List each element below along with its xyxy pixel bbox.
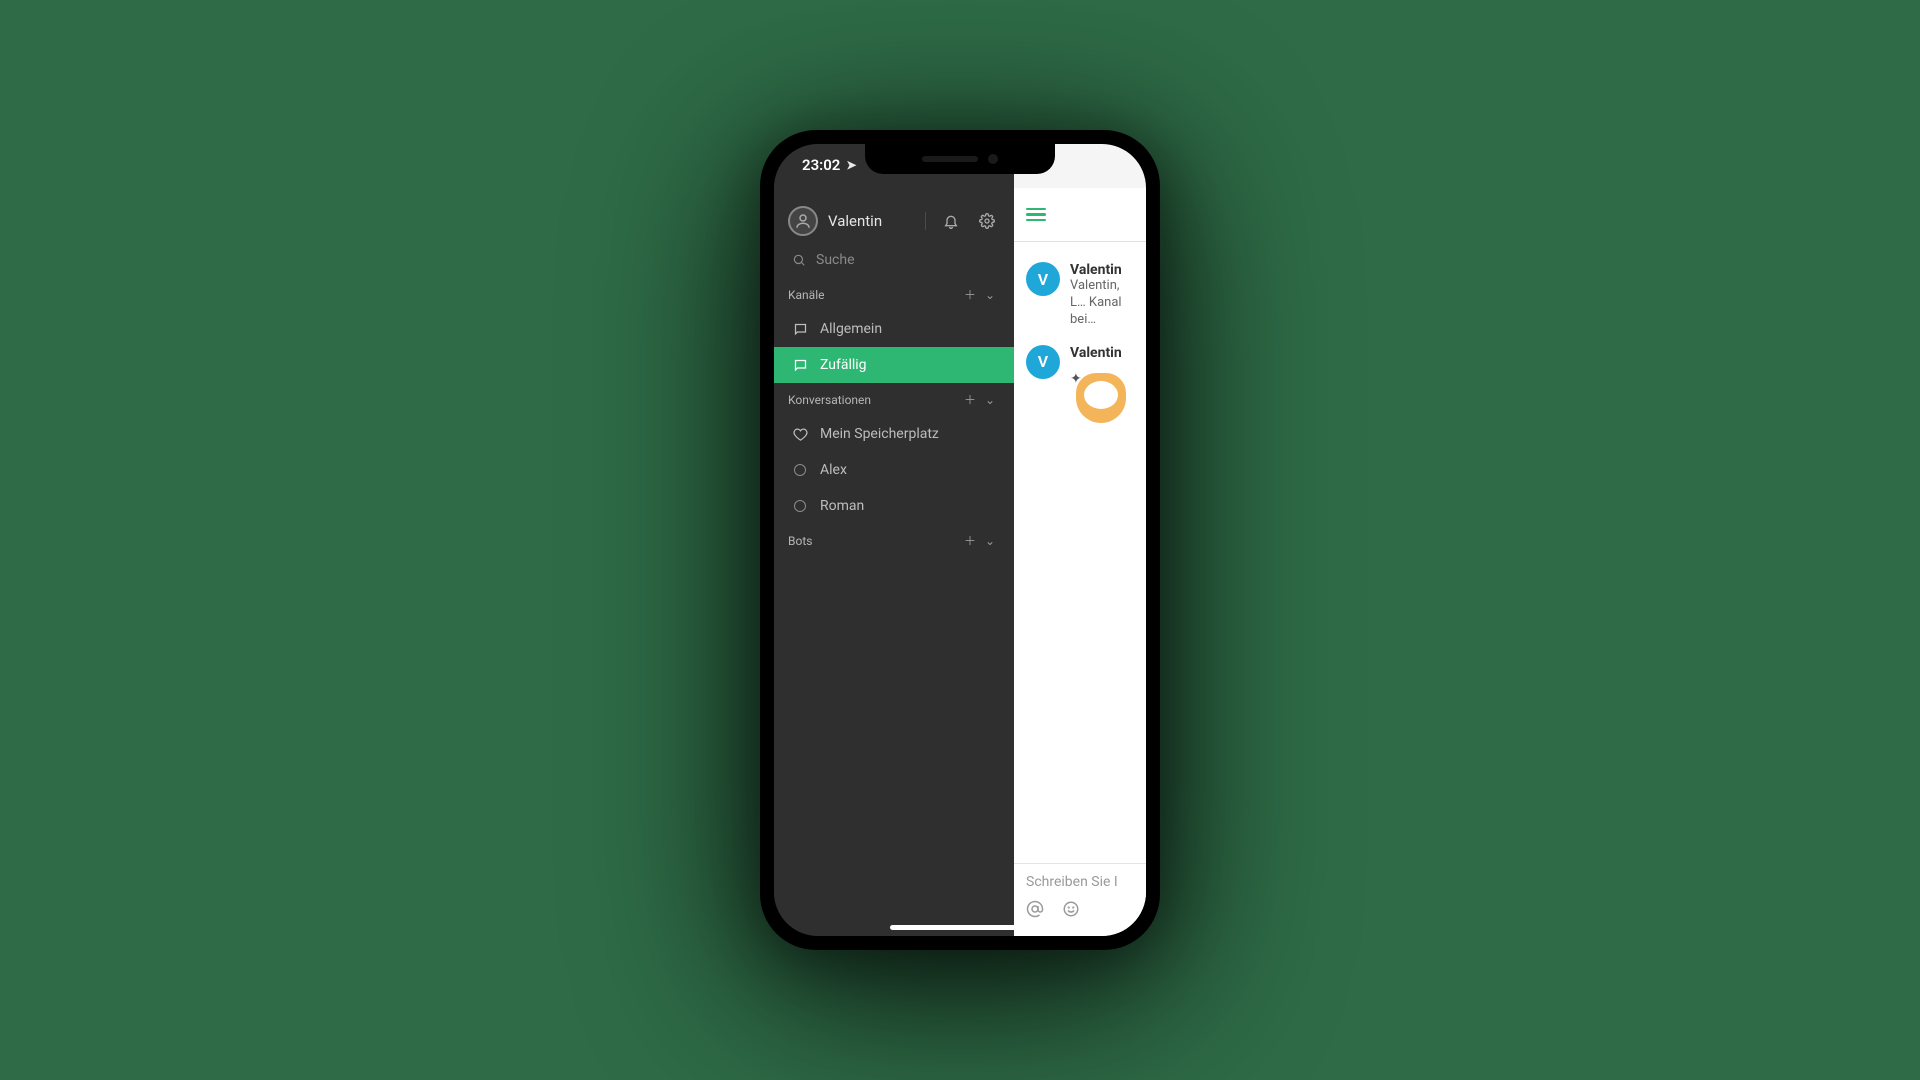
location-arrow-icon: ➤ [846,158,856,172]
chat-icon [792,321,808,337]
channel-label: Allgemein [820,321,882,337]
message-author: Valentin [1070,262,1134,278]
channel-zufaellig[interactable]: Zufällig [774,347,1014,383]
add-conversation-icon[interactable]: ＋ [960,391,980,408]
search-placeholder: Suche [816,252,855,268]
presence-circle-icon [792,498,808,514]
chat-icon [792,357,808,373]
add-bot-icon[interactable]: ＋ [960,532,980,549]
section-bots-header[interactable]: Bots ＋ ⌄ [774,524,1014,557]
message-avatar[interactable]: V [1026,345,1060,379]
profile-row[interactable]: Valentin [774,198,1014,242]
conversation-label: Mein Speicherplatz [820,426,939,442]
add-channel-icon[interactable]: ＋ [960,286,980,303]
profile-avatar[interactable] [788,206,818,236]
collapse-conversations-icon[interactable]: ⌄ [980,393,1000,407]
composer-placeholder[interactable]: Schreiben Sie I [1026,874,1134,900]
hamburger-menu-icon[interactable] [1026,208,1046,222]
section-conversations-label: Konversationen [788,393,960,407]
emoji-icon[interactable] [1062,900,1080,922]
channel-allgemein[interactable]: Allgemein [774,311,1014,347]
sticker-cat-thumbs-up: ✦ [1070,367,1130,427]
message-item[interactable]: V Valentin ✦ [1014,337,1146,435]
divider [925,212,926,230]
collapse-channels-icon[interactable]: ⌄ [980,288,1000,302]
heart-icon [792,426,808,442]
notifications-icon[interactable] [938,208,964,234]
message-list[interactable]: V Valentin Valentin, L… Kanal bei… V Val… [1014,242,1146,863]
message-text: Valentin, L… Kanal bei… [1070,278,1134,329]
section-bots-label: Bots [788,534,960,548]
settings-icon[interactable] [974,208,1000,234]
message-author: Valentin [1070,345,1130,361]
status-time: 23:02 [802,156,840,174]
section-conversations-header[interactable]: Konversationen ＋ ⌄ [774,383,1014,416]
conversation-roman[interactable]: Roman [774,488,1014,524]
message-composer[interactable]: Schreiben Sie I [1014,863,1146,936]
section-channels-label: Kanäle [788,288,960,302]
screen: 23:02 ➤ Valentin Suche [774,144,1146,936]
mention-icon[interactable] [1026,900,1044,922]
conversation-label: Roman [820,498,864,514]
conversation-alex[interactable]: Alex [774,452,1014,488]
search-input[interactable]: Suche [774,242,1014,278]
home-indicator[interactable] [890,925,1030,930]
collapse-bots-icon[interactable]: ⌄ [980,534,1000,548]
content-panel: V Valentin Valentin, L… Kanal bei… V Val… [1014,144,1146,936]
sidebar: Valentin Suche Kanäle ＋ ⌄ [774,144,1014,936]
channel-label: Zufällig [820,357,867,373]
content-topbar [1014,188,1146,242]
profile-name: Valentin [828,212,913,230]
conversation-label: Alex [820,462,847,478]
message-avatar[interactable]: V [1026,262,1060,296]
search-icon [792,253,806,267]
notch [865,144,1055,174]
presence-circle-icon [792,462,808,478]
message-item[interactable]: V Valentin Valentin, L… Kanal bei… [1014,254,1146,337]
section-channels-header[interactable]: Kanäle ＋ ⌄ [774,278,1014,311]
conversation-speicherplatz[interactable]: Mein Speicherplatz [774,416,1014,452]
phone-frame: 23:02 ➤ Valentin Suche [760,130,1160,950]
